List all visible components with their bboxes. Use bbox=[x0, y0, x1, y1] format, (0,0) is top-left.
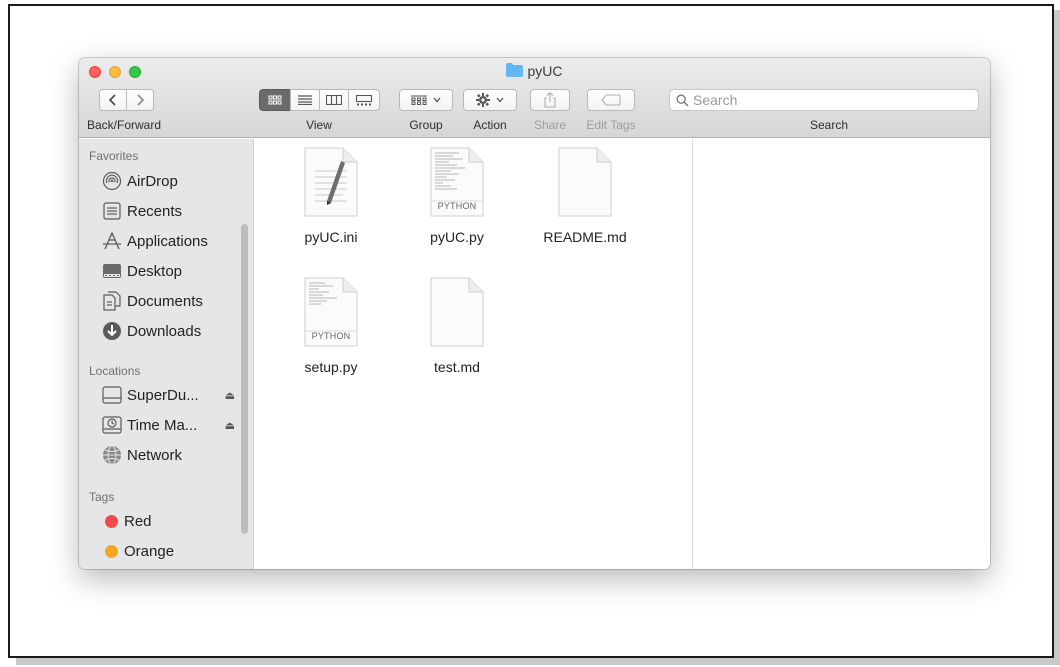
columns-icon bbox=[326, 95, 342, 105]
file-item[interactable]: test.md bbox=[397, 277, 517, 375]
file-item[interactable]: PYTHON pyUC.py bbox=[397, 147, 517, 245]
icon-view-button[interactable] bbox=[259, 89, 291, 111]
desktop-icon bbox=[101, 260, 123, 282]
window-title-text: pyUC bbox=[527, 63, 563, 79]
file-type-badge: PYTHON bbox=[311, 331, 351, 341]
toolbar: pyUC Back/Forward View Group Action Shar… bbox=[79, 58, 990, 138]
forward-button[interactable] bbox=[126, 89, 154, 111]
sidebar-item-label: Red bbox=[124, 512, 152, 530]
sidebar: Favorites AirDrop Recents Applications D… bbox=[79, 139, 254, 569]
eject-icon[interactable]: ⏏ bbox=[225, 419, 235, 432]
sidebar-item-label: Desktop bbox=[127, 262, 183, 280]
action-button[interactable] bbox=[463, 89, 517, 111]
time-machine-icon bbox=[101, 414, 123, 436]
group-icon bbox=[411, 95, 427, 105]
sidebar-item-label: Network bbox=[127, 446, 183, 464]
python-document-icon: PYTHON bbox=[429, 147, 485, 217]
search-label: Search bbox=[809, 118, 849, 132]
file-item[interactable]: pyUC.ini bbox=[271, 147, 391, 245]
sidebar-item-label: Time Ma... bbox=[127, 416, 198, 434]
eject-icon[interactable]: ⏏ bbox=[225, 389, 235, 402]
share-label: Share bbox=[533, 118, 567, 132]
file-name: pyUC.ini bbox=[304, 229, 358, 245]
file-browser: pyUC.ini PYTHON pyUC.py README.md PYTHON… bbox=[255, 139, 692, 569]
chevron-right-icon bbox=[137, 94, 145, 106]
blank-document-icon bbox=[557, 147, 613, 217]
file-item[interactable]: PYTHON setup.py bbox=[271, 277, 391, 375]
list-view-button[interactable] bbox=[290, 89, 320, 111]
search-placeholder: Search bbox=[693, 92, 738, 108]
locations-header: Locations bbox=[89, 364, 141, 378]
sidebar-item-downloads[interactable]: Downloads bbox=[101, 318, 251, 344]
blank-document-icon bbox=[429, 277, 485, 347]
sidebar-item-tag-red[interactable]: Red bbox=[101, 508, 251, 534]
sidebar-item-label: Downloads bbox=[127, 322, 202, 340]
sidebar-scrollbar[interactable] bbox=[241, 224, 248, 534]
file-type-badge: PYTHON bbox=[437, 201, 477, 211]
sidebar-item-label: Documents bbox=[127, 292, 203, 310]
action-label: Action bbox=[473, 118, 507, 132]
folder-icon bbox=[506, 63, 524, 77]
preview-pane bbox=[692, 139, 990, 569]
chevron-down-icon bbox=[496, 97, 504, 103]
view-label: View bbox=[306, 118, 332, 132]
column-view-button[interactable] bbox=[319, 89, 349, 111]
file-name: README.md bbox=[543, 229, 627, 245]
gallery-view-button[interactable] bbox=[348, 89, 380, 111]
tag-icon bbox=[601, 94, 621, 106]
edit-tags-button[interactable] bbox=[587, 89, 635, 111]
sidebar-item-label: AirDrop bbox=[127, 172, 178, 190]
airdrop-icon bbox=[101, 170, 123, 192]
recents-icon bbox=[101, 200, 123, 222]
icon-grid-icon bbox=[268, 95, 282, 105]
share-button[interactable] bbox=[530, 89, 570, 111]
sidebar-item-label: Recents bbox=[127, 202, 183, 220]
documents-icon bbox=[101, 290, 123, 312]
chevron-down-icon bbox=[433, 97, 441, 103]
sidebar-item-label: Applications bbox=[127, 232, 208, 250]
network-icon bbox=[101, 444, 123, 466]
group-button[interactable] bbox=[399, 89, 453, 111]
file-name: pyUC.py bbox=[430, 229, 484, 245]
sidebar-item-documents[interactable]: Documents bbox=[101, 288, 251, 314]
finder-window: pyUC Back/Forward View Group Action Shar… bbox=[79, 58, 990, 569]
red-tag-icon bbox=[105, 514, 118, 528]
orange-tag-icon bbox=[105, 544, 118, 558]
sidebar-item-label: SuperDu... bbox=[127, 386, 199, 404]
file-item[interactable]: README.md bbox=[525, 147, 645, 245]
chevron-left-icon bbox=[108, 94, 116, 106]
group-label: Group bbox=[409, 118, 443, 132]
gear-icon bbox=[476, 93, 490, 107]
downloads-icon bbox=[101, 320, 123, 342]
drive-icon bbox=[101, 384, 123, 406]
sidebar-item-time-machine[interactable]: Time Ma... ⏏ bbox=[101, 412, 251, 438]
file-name: test.md bbox=[434, 359, 480, 375]
sidebar-item-tag-orange[interactable]: Orange bbox=[101, 538, 251, 564]
search-field[interactable]: Search bbox=[669, 89, 979, 111]
sidebar-item-recents[interactable]: Recents bbox=[101, 198, 251, 224]
sidebar-item-applications[interactable]: Applications bbox=[101, 228, 251, 254]
share-icon bbox=[544, 92, 556, 108]
tags-header: Tags bbox=[89, 490, 115, 504]
sidebar-item-network[interactable]: Network bbox=[101, 442, 251, 468]
back-forward-label: Back/Forward bbox=[87, 118, 162, 132]
back-button[interactable] bbox=[99, 89, 127, 111]
list-icon bbox=[298, 95, 312, 105]
edit-tags-label: Edit Tags bbox=[586, 118, 636, 132]
ini-document-icon bbox=[303, 147, 359, 217]
sidebar-item-label: Orange bbox=[124, 542, 175, 560]
search-icon bbox=[676, 94, 689, 107]
window-title: pyUC bbox=[79, 63, 990, 79]
gallery-icon bbox=[356, 94, 372, 105]
sidebar-item-airdrop[interactable]: AirDrop bbox=[101, 168, 251, 194]
python-document-icon: PYTHON bbox=[303, 277, 359, 347]
applications-icon bbox=[101, 230, 123, 252]
file-name: setup.py bbox=[304, 359, 358, 375]
sidebar-item-desktop[interactable]: Desktop bbox=[101, 258, 251, 284]
sidebar-item-superduper[interactable]: SuperDu... ⏏ bbox=[101, 382, 251, 408]
favorites-header: Favorites bbox=[89, 149, 139, 163]
